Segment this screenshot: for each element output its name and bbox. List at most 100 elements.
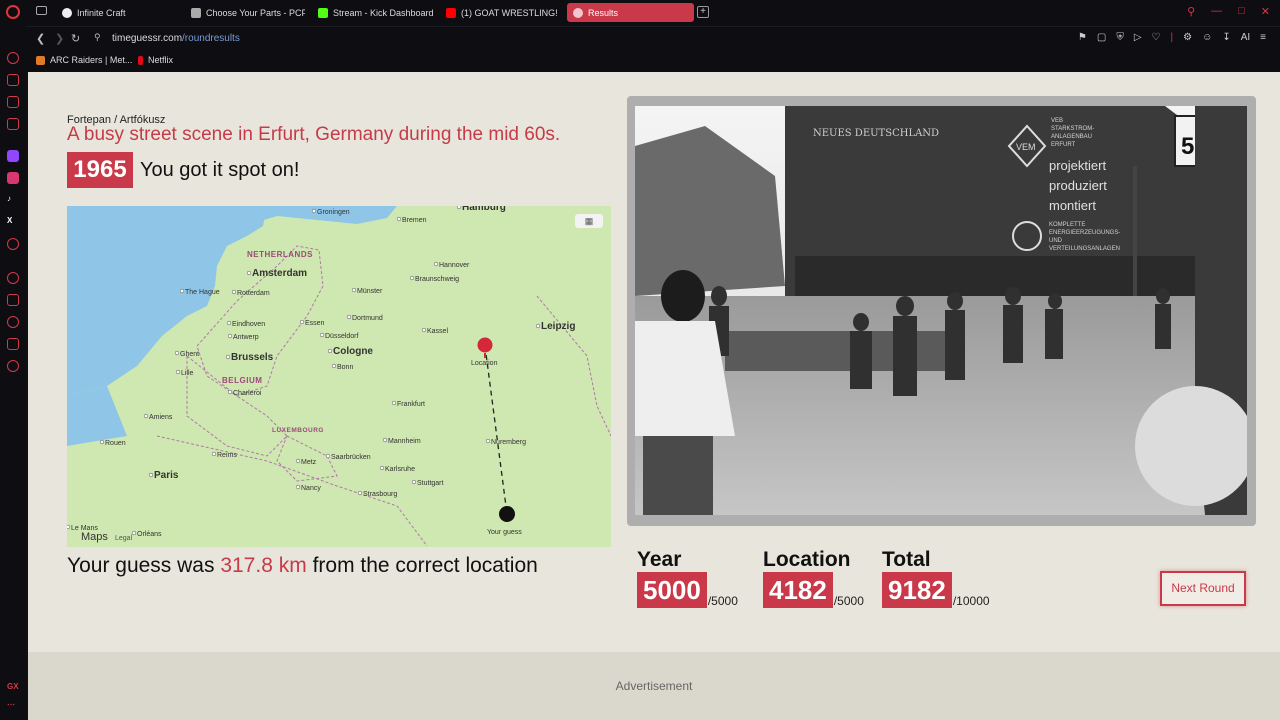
result-map[interactable]: Groningen Bremen Hamburg Amsterdam Hannover B… — [67, 206, 611, 547]
city-dot — [311, 208, 317, 214]
url-field[interactable]: timeguessr.com/roundresults — [112, 33, 240, 44]
tab-youtube[interactable]: (1) GOAT WRESTLING!!! - — [440, 3, 558, 22]
tab-infinite-craft[interactable]: Infinite Craft — [56, 3, 181, 22]
city-label: Leipzig — [541, 321, 575, 332]
gx-logo: GX — [7, 682, 19, 691]
city-dot — [148, 472, 154, 478]
tab-results[interactable]: Results — [567, 3, 694, 22]
history-icon[interactable] — [7, 316, 19, 328]
city-dot — [231, 289, 237, 295]
pcpartpicker-icon — [191, 7, 201, 18]
bookmark-arc-raiders[interactable]: ARC Raiders | Met... — [36, 55, 132, 65]
shopping-icon[interactable] — [7, 74, 19, 86]
maximize-icon[interactable]: □ — [1238, 5, 1245, 18]
divider-icon: | — [1170, 32, 1174, 43]
close-icon[interactable]: ✕ — [1261, 5, 1270, 18]
city-dot — [351, 287, 357, 293]
mail-icon[interactable] — [7, 118, 19, 130]
city-label: Mannheim — [388, 438, 421, 445]
new-tab-button[interactable]: + — [697, 6, 709, 18]
more-menu-icon[interactable]: ≡ — [1260, 32, 1266, 43]
city-label: Karlsruhe — [385, 466, 415, 473]
settings-icon[interactable] — [7, 360, 19, 372]
shield-icon[interactable]: ⛨ — [1116, 32, 1124, 43]
map-type-toggle-icon[interactable]: ▦ — [575, 214, 603, 228]
map-canvas[interactable]: Groningen Bremen Hamburg Amsterdam Hannover B… — [67, 206, 611, 547]
city-label: Bonn — [337, 364, 353, 371]
snapshot-icon[interactable]: ▢ — [1097, 32, 1106, 43]
search-icon[interactable]: ⚲ — [1187, 5, 1195, 18]
bookmark-label: ARC Raiders | Met... — [50, 55, 133, 65]
x-twitter-icon[interactable]: X — [7, 216, 12, 225]
player-icon[interactable] — [7, 272, 19, 284]
slogan-3: montiert — [1049, 198, 1096, 213]
news-icon[interactable] — [7, 96, 19, 108]
city-label: Hamburg — [462, 206, 506, 213]
city-label: Bremen — [402, 217, 427, 224]
tab-pcpartpicker[interactable]: Choose Your Parts - PCPa — [185, 3, 305, 22]
tab-kick[interactable]: Stream - Kick Dashboard — [312, 3, 437, 22]
score-value: 4182 — [763, 572, 833, 608]
speed-dial-icon[interactable] — [7, 52, 19, 64]
city-dot — [67, 524, 71, 530]
sign-neues-deutschland: NEUES DEUTSCHLAND — [813, 128, 939, 139]
back-icon[interactable]: ❮ — [36, 32, 45, 45]
vem-line-2: STARKSTROM- — [1051, 126, 1094, 132]
forward-icon[interactable]: ❯ — [55, 32, 64, 45]
city-dot — [179, 288, 185, 294]
download-icon[interactable]: ↧ — [1222, 32, 1230, 43]
bookmark-icon[interactable]: ⚑ — [1078, 32, 1087, 43]
score-max: /10000 — [952, 594, 990, 608]
next-round-button[interactable]: Next Round — [1160, 571, 1246, 606]
tab-title: Stream - Kick Dashboard — [333, 7, 434, 18]
more-icon[interactable]: ⋯ — [7, 700, 15, 709]
extensions-icon[interactable]: ⚙ — [1183, 32, 1192, 43]
city-label: Rotterdam — [237, 290, 270, 297]
city-label: Münster — [357, 288, 383, 295]
city-dot — [227, 389, 233, 395]
small-line-3: UND — [1049, 238, 1063, 244]
toolbar-icons: ⚑ ▢ ⛨ ▷ ♡ | ⚙ ☺ ↧ AI ≡ — [1078, 32, 1266, 43]
tab-menu-icon[interactable] — [36, 6, 47, 15]
country-label: NETHERLANDS — [247, 250, 313, 259]
aria-ai-icon[interactable]: AI — [1241, 32, 1250, 43]
city-label: Rouen — [105, 440, 126, 447]
vem-line-4: ERFURT — [1051, 142, 1076, 148]
tiktok-icon[interactable]: ♪ — [7, 194, 11, 203]
opera-logo-icon[interactable] — [6, 5, 20, 19]
city-dot — [211, 451, 217, 457]
score-label: Location — [763, 548, 851, 571]
slogan-2: produziert — [1049, 178, 1107, 193]
pinboard-icon[interactable] — [7, 294, 19, 306]
twitch-icon[interactable] — [7, 150, 19, 162]
city-label: Eindhoven — [232, 321, 265, 328]
city-label: Lille — [181, 370, 194, 377]
heart-icon[interactable]: ♡ — [1152, 32, 1161, 43]
legal-link: Legal — [115, 535, 133, 542]
extensions-sidebar-icon[interactable] — [7, 338, 19, 350]
street-photo-image: NEUES DEUTSCHLAND VEM VEB STARKSTROM- AN… — [635, 106, 1247, 515]
city-label: Paris — [154, 470, 179, 481]
music-icon[interactable] — [7, 238, 19, 250]
instagram-icon[interactable] — [7, 172, 19, 184]
city-dot — [421, 327, 427, 333]
play-icon[interactable]: ▷ — [1134, 32, 1142, 43]
slogan-1: projektiert — [1049, 158, 1106, 173]
minimize-icon[interactable]: — — [1211, 5, 1222, 18]
distance-suffix: from the correct location — [312, 554, 538, 577]
planter — [725, 331, 955, 371]
profile-icon[interactable]: ☺ — [1202, 32, 1212, 43]
city-dot — [319, 332, 325, 338]
city-label: Amiens — [149, 414, 173, 421]
bookmark-netflix[interactable]: Netflix — [138, 55, 173, 65]
city-dot — [456, 206, 462, 210]
reload-icon[interactable]: ↻ — [71, 32, 80, 45]
city-label: Amsterdam — [252, 268, 307, 279]
vem-line-3: ANLAGENBAU — [1051, 134, 1092, 140]
round-photo[interactable]: NEUES DEUTSCHLAND VEM VEB STARKSTROM- AN… — [635, 106, 1247, 515]
url-host: timeguessr.com — [112, 33, 183, 44]
browser-sidebar: ♪ X GX ⋯ — [0, 26, 26, 720]
city-dot — [327, 348, 333, 354]
city-dot — [485, 438, 491, 444]
apple-maps-attribution: Maps — [81, 531, 108, 543]
